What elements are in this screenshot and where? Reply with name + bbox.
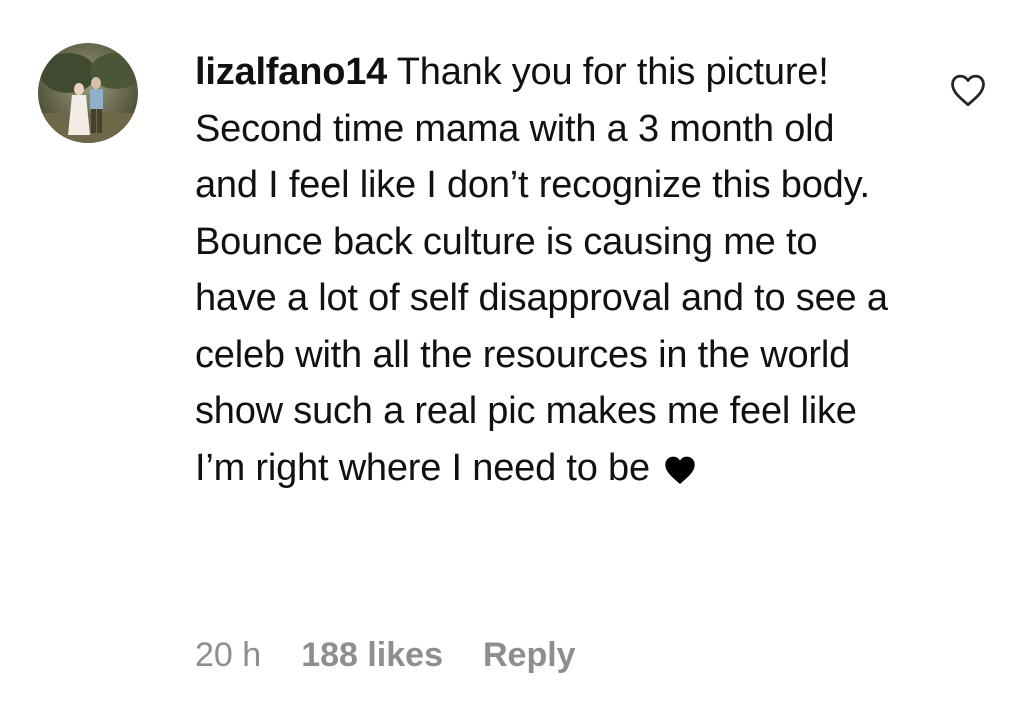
comment-text: lizalfano14 Thank you for this picture! …: [195, 44, 905, 501]
comment: lizalfano14 Thank you for this picture! …: [0, 0, 1024, 724]
comment-timestamp: 20 h: [195, 635, 262, 674]
comment-message: Thank you for this picture! Second time …: [195, 51, 888, 489]
heart-outline-icon: [949, 73, 987, 112]
avatar-photo: [38, 43, 138, 143]
like-button[interactable]: [946, 70, 990, 114]
black-heart-icon: [664, 445, 696, 502]
reply-button[interactable]: Reply: [483, 636, 576, 675]
comment-likes-count[interactable]: 188 likes: [301, 636, 443, 675]
avatar[interactable]: [38, 43, 138, 143]
comment-username[interactable]: lizalfano14: [195, 51, 387, 93]
comment-meta: 20 h 188 likes Reply: [195, 632, 576, 678]
